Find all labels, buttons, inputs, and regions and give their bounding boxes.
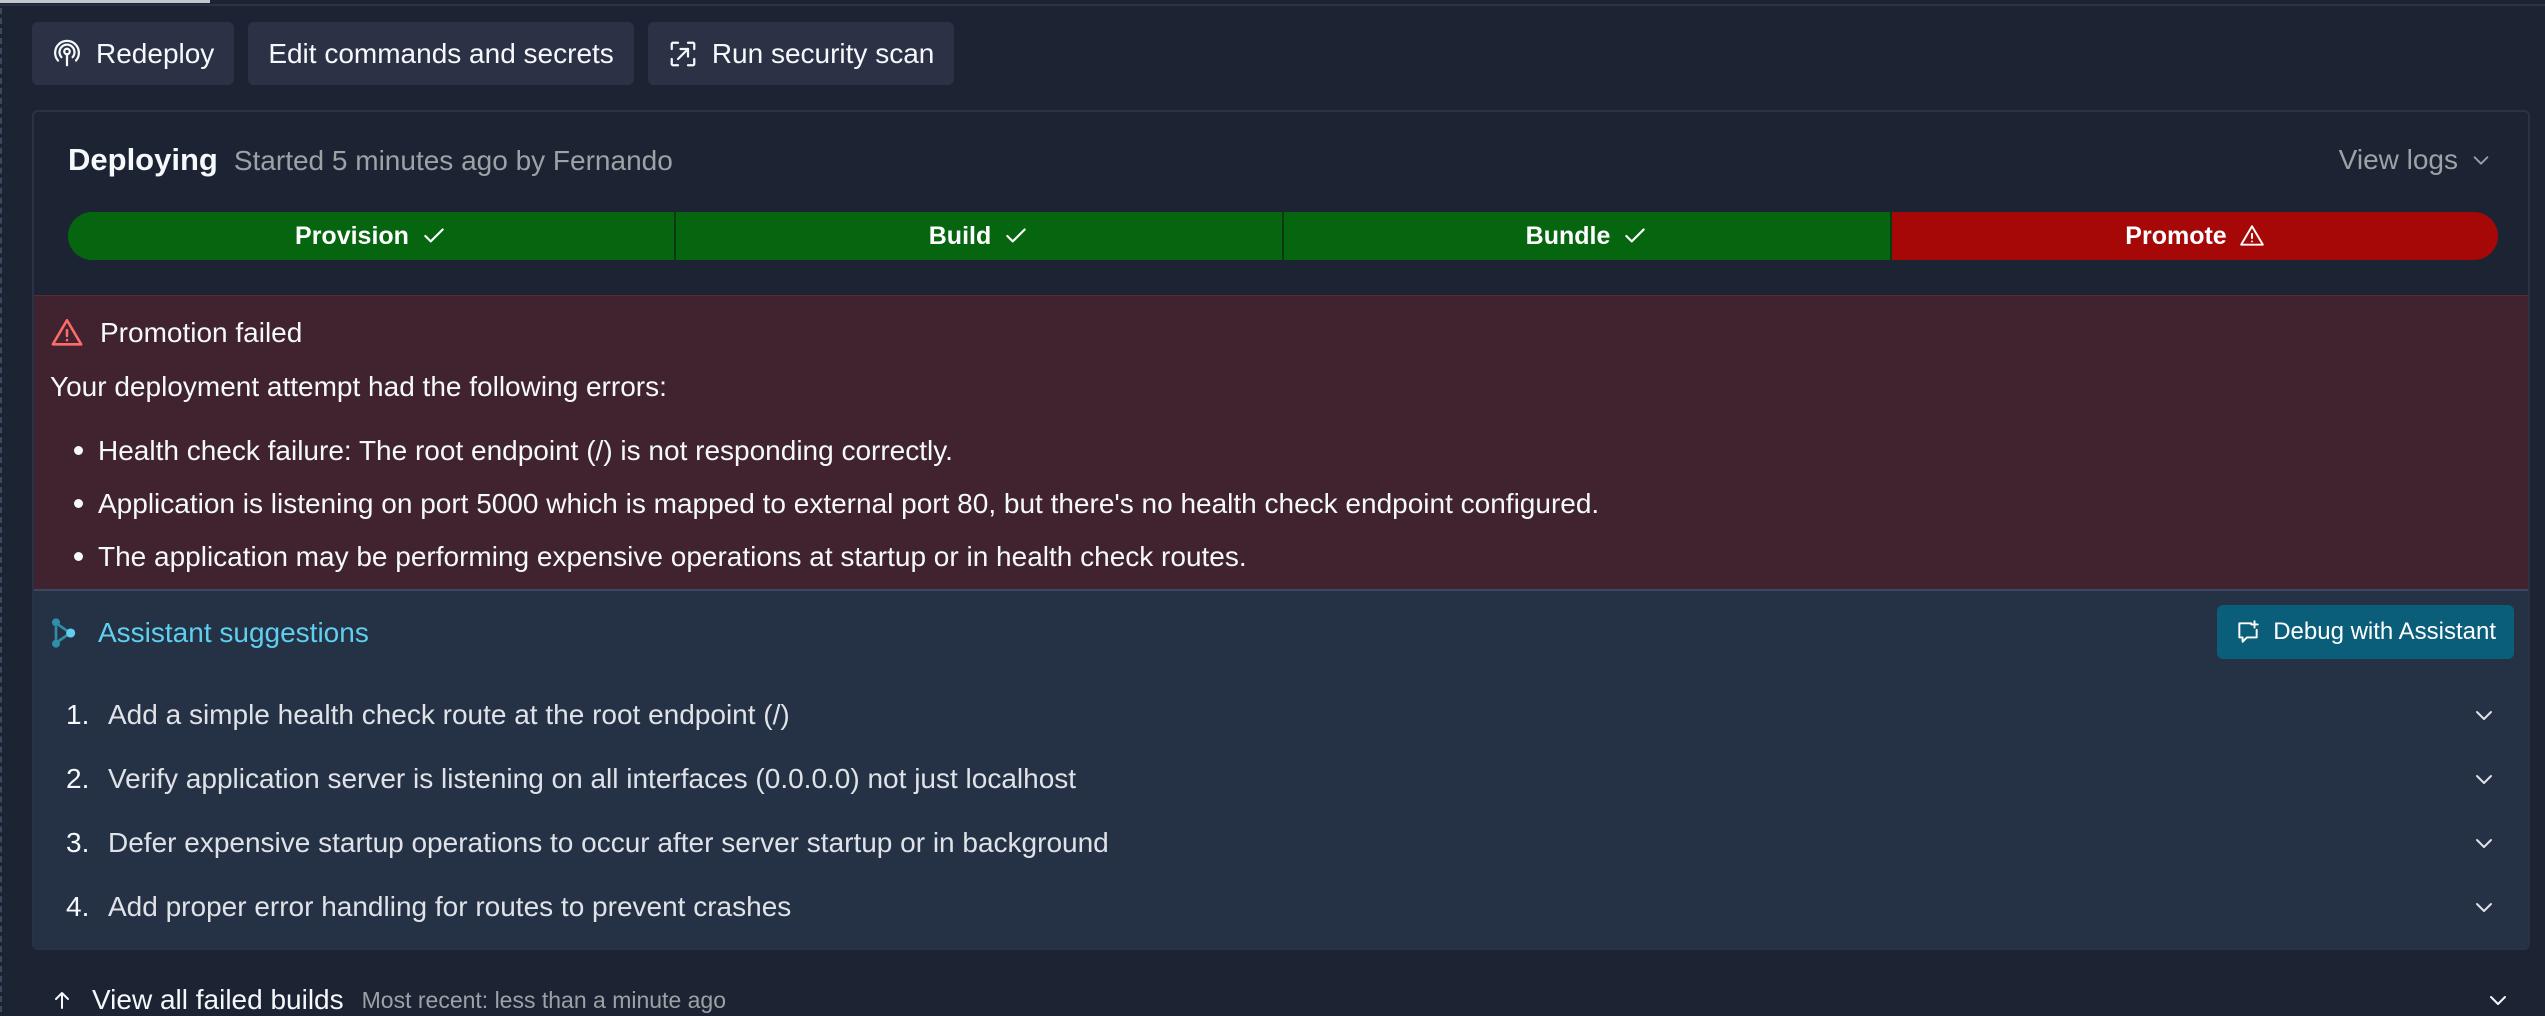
deployment-card: Deploying Started 5 minutes ago by Ferna… xyxy=(32,110,2530,950)
warning-icon xyxy=(2239,225,2264,246)
chevron-down-icon xyxy=(2476,903,2492,912)
deployment-meta: Started 5 minutes ago by Fernando xyxy=(233,145,673,176)
error-item: Application is listening on port 5000 wh… xyxy=(73,477,1599,530)
failed-builds-title: View all failed builds xyxy=(92,984,344,1015)
chevron-down-icon xyxy=(2476,839,2492,848)
redeploy-button[interactable]: Redeploy xyxy=(32,22,235,85)
active-tab-indicator xyxy=(0,0,210,3)
redeploy-icon xyxy=(54,39,80,66)
chat-icon xyxy=(2238,620,2259,643)
check-icon xyxy=(1006,228,1026,243)
step-label: Bundle xyxy=(1525,221,1611,250)
view-logs-dropdown[interactable]: View logs xyxy=(2339,144,2492,176)
chevron-down-icon xyxy=(2476,775,2492,784)
error-title: Promotion failed xyxy=(50,316,302,350)
suggestion-item[interactable]: 4. Add proper error handling for routes … xyxy=(66,875,2496,939)
chevron-down-icon xyxy=(2490,996,2506,1005)
warning-icon xyxy=(51,318,83,346)
run-security-scan-button[interactable]: Run security scan xyxy=(647,22,955,85)
failed-builds-subtitle: Most recent: less than a minute ago xyxy=(361,986,727,1013)
view-logs-label: View logs xyxy=(2338,144,2458,175)
deployment-header: Deploying Started 5 minutes ago by Ferna… xyxy=(68,142,673,178)
step-label: Provision xyxy=(295,221,409,250)
edit-commands-secrets-label: Edit commands and secrets xyxy=(268,37,614,69)
suggestion-item[interactable]: 1. Add a simple health check route at th… xyxy=(66,683,2496,747)
step-build: Build xyxy=(676,212,1284,260)
chevron-down-icon xyxy=(2476,711,2492,720)
check-icon xyxy=(424,228,444,243)
failed-builds-row[interactable]: View all failed builds Most recent: less… xyxy=(50,984,2510,1016)
debug-with-assistant-label: Debug with Assistant xyxy=(2273,618,2496,645)
arrow-up-icon xyxy=(55,992,69,1009)
step-label: Build xyxy=(928,221,992,250)
security-scan-icon xyxy=(670,41,696,66)
suggestion-list: 1. Add a simple health check route at th… xyxy=(66,683,2496,939)
assistant-title-text: Assistant suggestions xyxy=(98,617,369,648)
error-item: The application may be performing expens… xyxy=(73,530,1599,583)
suggestion-item[interactable]: 2. Verify application server is listenin… xyxy=(66,747,2496,811)
suggestion-number: 1. xyxy=(66,699,90,730)
step-label: Promote xyxy=(2125,221,2227,250)
suggestion-text: Add a simple health check route at the r… xyxy=(108,699,790,730)
assistant-icon xyxy=(52,618,76,648)
suggestion-text: Add proper error handling for routes to … xyxy=(108,891,792,922)
suggestion-text: Defer expensive startup operations to oc… xyxy=(108,827,1109,858)
debug-with-assistant-button[interactable]: Debug with Assistant xyxy=(2217,605,2514,659)
assistant-title: Assistant suggestions xyxy=(50,617,369,649)
error-list: Health check failure: The root endpoint … xyxy=(73,424,1599,583)
error-item: Health check failure: The root endpoint … xyxy=(73,424,1599,477)
left-gutter xyxy=(0,8,3,1012)
deployment-status: Deploying xyxy=(68,142,218,177)
suggestion-item[interactable]: 3. Defer expensive startup operations to… xyxy=(66,811,2496,875)
suggestion-number: 3. xyxy=(66,827,90,858)
edit-commands-secrets-button[interactable]: Edit commands and secrets xyxy=(248,22,634,85)
error-intro: Your deployment attempt had the followin… xyxy=(50,371,667,402)
suggestion-text: Verify application server is listening o… xyxy=(108,763,1077,794)
check-icon xyxy=(1625,228,1646,243)
suggestion-number: 2. xyxy=(66,763,90,794)
error-title-text: Promotion failed xyxy=(100,317,303,348)
chevron-down-icon xyxy=(2473,156,2489,165)
step-bundle: Bundle xyxy=(1284,212,1892,260)
deployment-progress: Provision Build Bundle Promote xyxy=(68,212,2498,260)
step-provision: Provision xyxy=(68,212,676,260)
deployment-actions: Redeploy Edit commands and secrets Run s… xyxy=(32,22,955,85)
suggestion-number: 4. xyxy=(66,891,90,922)
step-promote: Promote xyxy=(1892,212,2498,260)
top-tab-strip xyxy=(0,0,2545,6)
assistant-panel: Assistant suggestions Debug with Assista… xyxy=(34,591,2528,948)
run-security-scan-label: Run security scan xyxy=(711,37,935,69)
redeploy-label: Redeploy xyxy=(96,37,215,69)
error-panel: Promotion failed Your deployment attempt… xyxy=(34,295,2528,591)
